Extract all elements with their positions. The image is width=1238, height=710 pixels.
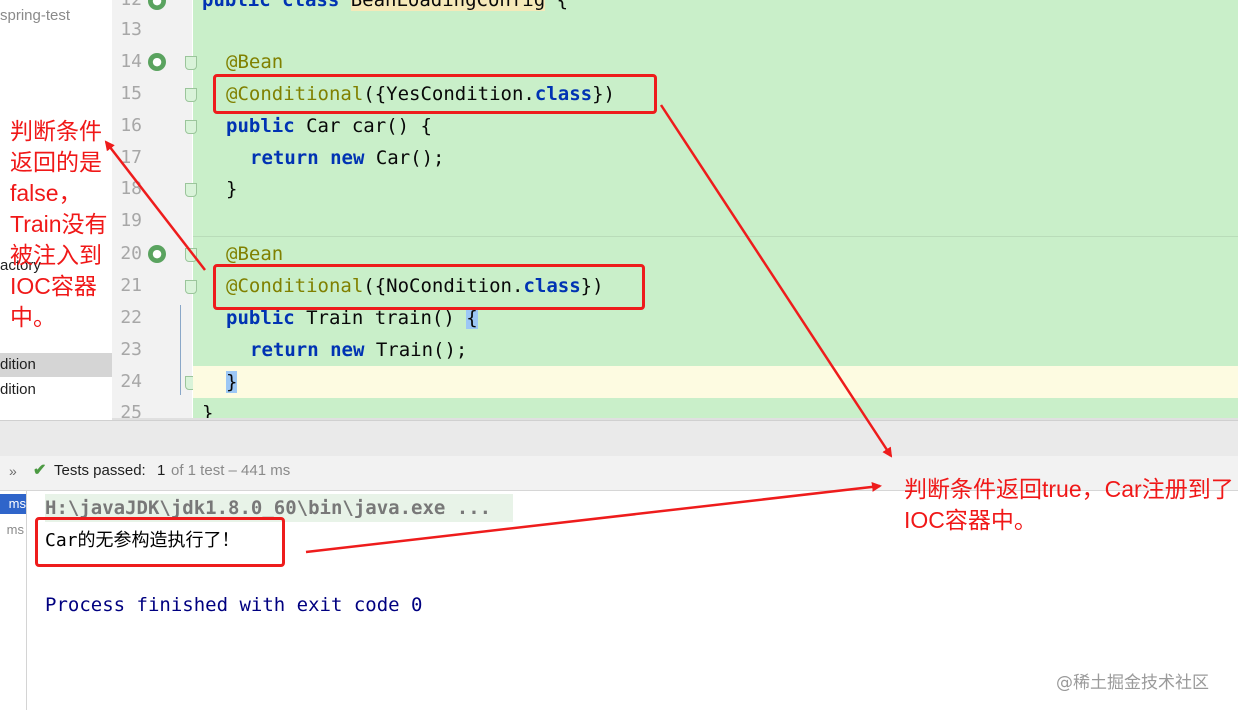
annotation-note-right: 判断条件返回true，Car注册到了IOC容器中。 bbox=[904, 476, 1234, 533]
annotation-arrows bbox=[104, 104, 893, 554]
arrow-console-to-note bbox=[305, 481, 882, 554]
annotation-note-left: 判断条件返回的是false，Train没有被注入到IOC容器中。 bbox=[10, 118, 108, 330]
arrow-to-right-note bbox=[659, 104, 893, 458]
watermark: @稀土掘金技术社区 bbox=[1056, 673, 1209, 693]
arrow-to-left-note bbox=[104, 140, 206, 271]
